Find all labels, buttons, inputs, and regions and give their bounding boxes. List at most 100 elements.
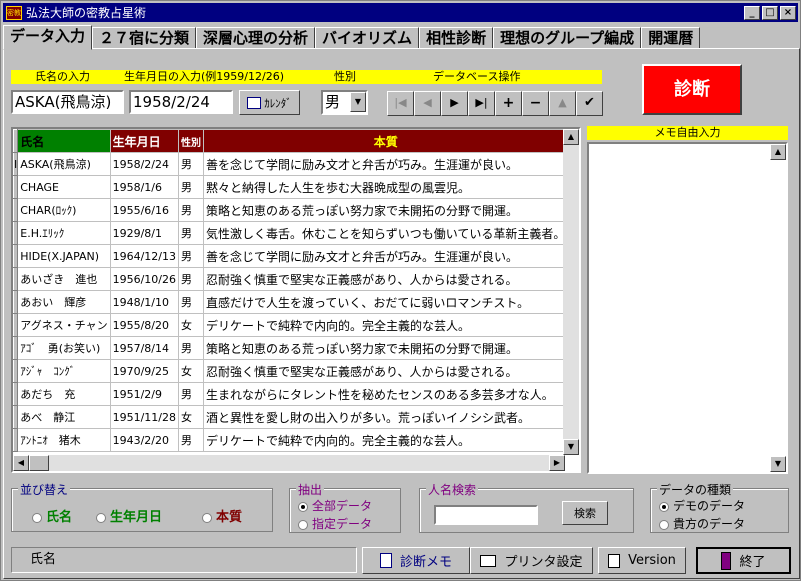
header-sex[interactable]: 性別: [178, 129, 204, 153]
cell-birthdate[interactable]: 1951/2/9: [109, 382, 180, 406]
table-row[interactable]: あだち 充 1951/2/9 男生まれながらにタレント性を秘めたセンスのある多芸多才…: [13, 382, 579, 406]
your-data-radio[interactable]: 貴方のデータ: [659, 515, 745, 532]
search-button[interactable]: 検索: [562, 501, 608, 525]
grid-horizontal-scrollbar[interactable]: ◀ ▶: [13, 455, 565, 471]
tab-biorhythm[interactable]: バイオリズム: [315, 27, 420, 49]
diagnosis-memo-button[interactable]: 診断メモ: [362, 547, 470, 574]
cell-sex[interactable]: 男: [178, 175, 204, 199]
cell-name[interactable]: アグネス・チャン: [17, 313, 111, 337]
demo-data-radio[interactable]: デモのデータ: [659, 497, 745, 514]
calendar-button[interactable]: ｶﾚﾝﾀﾞ: [239, 90, 300, 115]
cell-name[interactable]: あおい 輝彦: [17, 290, 111, 314]
cell-essence[interactable]: 忍耐強く慎重で堅実な正義感があり、人からは愛される。: [202, 359, 569, 383]
cell-name[interactable]: CHAR(ﾛｯｸ): [17, 198, 111, 222]
cell-essence[interactable]: 気性激しく毒舌。休むことを知らずいつも働いている革新主義者。: [202, 221, 569, 245]
cell-name[interactable]: E.H.ｴﾘｯｸ: [17, 221, 111, 245]
maximize-button[interactable]: □: [762, 5, 778, 20]
tab-compatibility[interactable]: 相性診断: [419, 27, 494, 49]
scroll-left-icon[interactable]: ◀: [13, 455, 29, 471]
cell-sex[interactable]: 男: [178, 152, 204, 176]
cell-sex[interactable]: 男: [178, 290, 204, 314]
diagnose-button[interactable]: 診断: [642, 64, 742, 115]
cell-essence[interactable]: 善を念じて学問に励み文才と弁舌が巧み。生涯運が良い。: [202, 152, 569, 176]
cell-name[interactable]: ｱﾝﾄﾆｵ 猪木: [17, 428, 111, 452]
table-row[interactable]: あべ 静江 1951/11/28 女酒と異性を愛し財の出入りが多い。荒っぽいイノシシ…: [13, 405, 579, 429]
table-row[interactable]: HIDE(X.JAPAN) 1964/12/13 男善を念じて学問に励み文才と弁舌が…: [13, 244, 579, 268]
table-row[interactable]: あいざき 進也 1956/10/26 男忍耐強く慎重で堅実な正義感があり、人からは愛…: [13, 267, 579, 291]
chevron-down-icon[interactable]: ▼: [350, 92, 366, 112]
tab-lucky-calendar[interactable]: 開運暦: [641, 27, 701, 49]
scroll-thumb[interactable]: [29, 455, 49, 471]
cell-birthdate[interactable]: 1958/1/6: [109, 175, 180, 199]
cell-birthdate[interactable]: 1929/8/1: [109, 221, 180, 245]
memo-scroll-up-icon[interactable]: ▲: [770, 144, 786, 160]
cell-essence[interactable]: 酒と異性を愛し財の出入りが多い。荒っぽいイノシシ武者。: [202, 405, 569, 429]
table-row[interactable]: ｱﾝﾄﾆｵ 猪木 1943/2/20 男デリケートで純粋で内向的。完全主義的な芸人。…: [13, 428, 579, 452]
cell-essence[interactable]: デリケートで純粋で内向的。完全主義的な芸人。: [202, 428, 569, 452]
cell-essence[interactable]: 策略と知恵のある荒っぽい努力家で未開拓の分野で開運。: [202, 198, 569, 222]
cell-name[interactable]: あいざき 進也: [17, 267, 111, 291]
table-row[interactable]: CHAGE1958/1/6男黙々と納得した人生を歩む大器晩成型の風雲児。8: [13, 175, 579, 199]
table-row[interactable]: あおい 輝彦 1948/1/10 男直感だけで人生を渡っていく、おだてに弱いロマンチ…: [13, 290, 579, 314]
add-record-icon[interactable]: +: [495, 91, 522, 116]
cell-birthdate[interactable]: 1951/11/28: [109, 405, 180, 429]
sex-select[interactable]: 男 ▼: [321, 90, 368, 115]
tab-data-input[interactable]: データ入力: [3, 25, 93, 50]
name-search-input[interactable]: [434, 505, 538, 525]
table-row[interactable]: I ASKA(飛鳥涼) 1958/2/24 男善を念じて学問に励み文才と弁舌が巧み。生…: [13, 152, 579, 176]
birth-date-field[interactable]: 1958/2/24: [129, 90, 233, 114]
cell-sex[interactable]: 女: [178, 405, 204, 429]
cell-essence[interactable]: 策略と知恵のある荒っぽい努力家で未開拓の分野で開運。: [202, 336, 569, 360]
cell-sex[interactable]: 男: [178, 244, 204, 268]
cell-birthdate[interactable]: 1958/2/24: [109, 152, 180, 176]
cell-birthdate[interactable]: 1955/6/16: [109, 198, 180, 222]
cell-name[interactable]: CHAGE: [17, 175, 111, 199]
sort-by-essence-radio[interactable]: 本質: [202, 506, 242, 525]
cell-name[interactable]: あだち 充: [17, 382, 111, 406]
cell-name[interactable]: ASKA(飛鳥涼): [17, 152, 111, 176]
cell-essence[interactable]: 忍耐強く慎重で堅実な正義感があり、人からは愛される。: [202, 267, 569, 291]
cell-essence[interactable]: 直感だけで人生を渡っていく、おだてに弱いロマンチスト。: [202, 290, 569, 314]
header-essence[interactable]: 本質: [202, 129, 569, 153]
next-record-icon[interactable]: ▶: [441, 91, 468, 116]
person-grid[interactable]: 氏名 生年月日 性別 本質 RU IASKA(飛鳥涼)1958/2/24男善を念…: [11, 127, 581, 473]
header-birthdate[interactable]: 生年月日: [109, 129, 180, 153]
printer-settings-button[interactable]: プリンタ設定: [470, 547, 593, 574]
cell-birthdate[interactable]: 1957/8/14: [109, 336, 180, 360]
cell-birthdate[interactable]: 1956/10/26: [109, 267, 180, 291]
prev-record-icon[interactable]: ◀: [414, 91, 441, 116]
extract-all-radio[interactable]: 全部データ: [298, 497, 372, 514]
first-record-icon[interactable]: |◀: [387, 91, 414, 116]
version-button[interactable]: Version: [598, 547, 686, 574]
cell-sex[interactable]: 男: [178, 336, 204, 360]
memo-textarea[interactable]: ▲ ▼: [587, 142, 788, 474]
cell-birthdate[interactable]: 1964/12/13: [109, 244, 180, 268]
cell-sex[interactable]: 女: [178, 313, 204, 337]
cell-birthdate[interactable]: 1948/1/10: [109, 290, 180, 314]
scroll-down-icon[interactable]: ▼: [563, 439, 579, 455]
tab-27-shuku[interactable]: ２７宿に分類: [92, 27, 197, 49]
grid-vertical-scrollbar[interactable]: ▲ ▼: [563, 129, 579, 455]
cell-sex[interactable]: 男: [178, 428, 204, 452]
table-row[interactable]: CHAR(ﾛｯｸ) 1955/6/16 男策略と知恵のある荒っぽい努力家で未開拓の分…: [13, 198, 579, 222]
name-field[interactable]: ASKA(飛鳥涼): [11, 90, 124, 114]
cell-essence[interactable]: 黙々と納得した人生を歩む大器晩成型の風雲児。: [202, 175, 569, 199]
cell-sex[interactable]: 女: [178, 359, 204, 383]
cell-birthdate[interactable]: 1943/2/20: [109, 428, 180, 452]
sort-by-name-radio[interactable]: 氏名: [32, 506, 72, 525]
cell-name[interactable]: ｱｼﾞｬ ｺﾝｸﾞ: [17, 359, 111, 383]
cell-sex[interactable]: 男: [178, 198, 204, 222]
cell-birthdate[interactable]: 1970/9/25: [109, 359, 180, 383]
header-name[interactable]: 氏名: [17, 129, 111, 153]
tab-ideal-group[interactable]: 理想のグループ編成: [493, 27, 642, 49]
delete-record-icon[interactable]: −: [522, 91, 549, 116]
memo-scroll-down-icon[interactable]: ▼: [770, 456, 786, 472]
cell-birthdate[interactable]: 1955/8/20: [109, 313, 180, 337]
cell-name[interactable]: HIDE(X.JAPAN): [17, 244, 111, 268]
last-record-icon[interactable]: ▶|: [468, 91, 495, 116]
cell-sex[interactable]: 男: [178, 382, 204, 406]
table-row[interactable]: ｱｼﾞｬ ｺﾝｸﾞ 1970/9/25 女忍耐強く慎重で堅実な正義感があり、人からは…: [13, 359, 579, 383]
table-row[interactable]: E.H.ｴﾘｯｸ 1929/8/1 男気性激しく毒舌。休むことを知らずいつも働いてい…: [13, 221, 579, 245]
cell-essence[interactable]: 生まれながらにタレント性を秘めたセンスのある多芸多才な人。: [202, 382, 569, 406]
sort-by-birthdate-radio[interactable]: 生年月日: [96, 506, 162, 525]
